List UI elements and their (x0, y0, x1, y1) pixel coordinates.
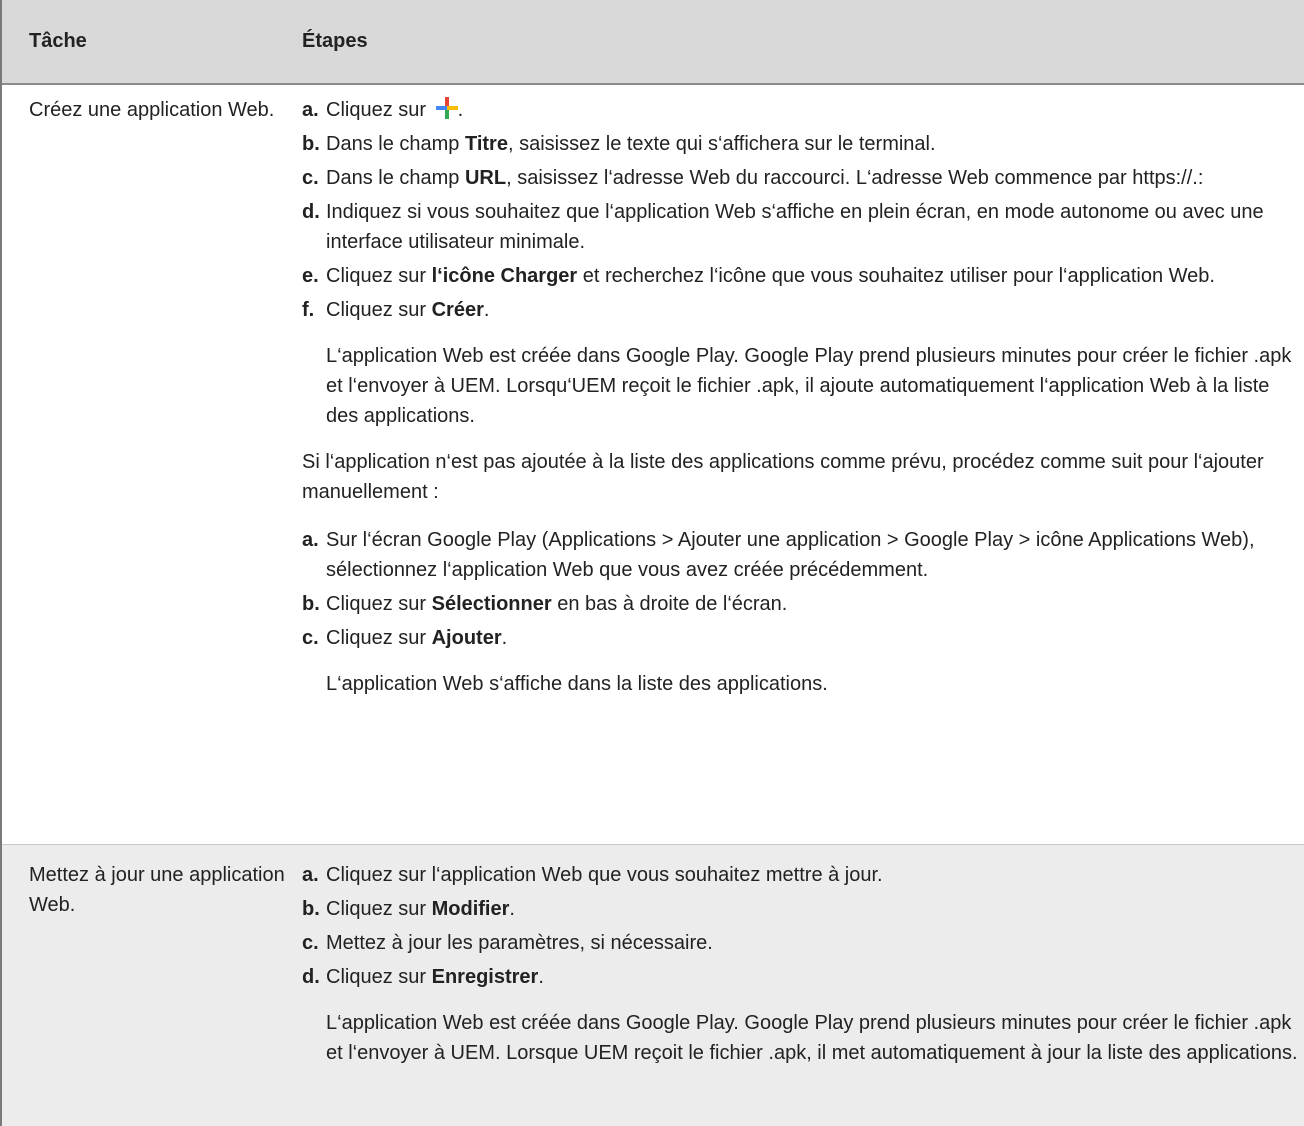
step-item: f. Cliquez sur Créer. (302, 295, 1298, 325)
step-item: e. Cliquez sur l‘icône Charger et recherc… (302, 261, 1298, 291)
step-item: c. Mettez à jour les paramètres, si néces… (302, 928, 1298, 958)
step-text-bold: Créer (431, 299, 484, 321)
step-text: Cliquez sur l‘application Web que vous s… (326, 864, 883, 886)
task-cell: Créez une application Web. (29, 99, 275, 121)
task-cell: Mettez à jour une application Web. (29, 864, 285, 916)
step-text-bold: l‘icône Charger (431, 265, 578, 287)
step-text-post: . (509, 898, 515, 920)
step-text-bold: URL (464, 167, 507, 189)
step-marker: c. (302, 932, 319, 954)
step-text-pre: Cliquez sur (326, 99, 432, 121)
steps-list: a. Cliquez sur l‘application Web que vous… (302, 860, 1298, 992)
table-row: Mettez à jour une application Web. a. Cli… (2, 845, 1304, 1126)
step-text-pre: Cliquez sur (326, 593, 432, 615)
step-item: c. Cliquez sur Ajouter. (302, 623, 1298, 653)
step-text-pre: Dans le champ (326, 133, 465, 155)
step-text-post: , saisissez le texte qui s‘affichera sur… (507, 133, 936, 155)
step-text: Cliquez sur . (326, 95, 1298, 125)
step-text: Cliquez sur Sélectionner en bas à droite… (326, 589, 1298, 619)
fallback-text: Si l‘application n‘est pas ajoutée à la … (302, 451, 1264, 503)
step-marker: a. (302, 864, 319, 886)
steps-list: a. Cliquez sur . b. Dans le champ Titre, s… (302, 95, 1298, 325)
step-text-pre: Cliquez sur (326, 966, 432, 988)
step-marker: b. (302, 593, 320, 615)
table-header: Tâche Étapes (2, 0, 1304, 85)
step-marker: d. (302, 201, 320, 223)
step-text: Cliquez sur l‘icône Charger et recherche… (326, 261, 1298, 291)
step-item: d. Cliquez sur Enregistrer. (302, 962, 1298, 992)
step-text-bold: Titre (464, 133, 508, 155)
steps-cell: a. Cliquez sur l‘application Web que vous… (302, 860, 1304, 1126)
step-text-post: . (501, 627, 508, 649)
step-marker: a. (302, 529, 319, 551)
step-text-post: et recherchez l‘icône que vous souhaitez… (577, 265, 1215, 287)
step-text: Cliquez sur Enregistrer. (326, 962, 1298, 992)
step-text-bold: Modifier (431, 898, 510, 920)
step-item: b. Cliquez sur Sélectionner en bas à droi… (302, 589, 1298, 619)
result-text: L‘application Web s‘affiche dans la list… (326, 673, 828, 695)
step-text: Mettez à jour les paramètres, si nécessa… (326, 932, 713, 954)
step-item: a. Sur l‘écran Google Play (Applications … (302, 525, 1298, 585)
step-marker: d. (302, 966, 320, 988)
step-text-post: en bas à droite de l‘écran. (551, 593, 788, 615)
step-text: Cliquez sur Modifier. (326, 894, 1298, 924)
step-text: Indiquez si vous souhaitez que l‘applica… (326, 201, 1264, 253)
header-steps: Étapes (302, 30, 368, 52)
table-row: Créez une application Web. a. Cliquez sur… (2, 85, 1304, 845)
step-text-pre: Cliquez sur (326, 299, 432, 321)
step-item: b. Cliquez sur Modifier. (302, 894, 1298, 924)
step-marker: e. (302, 265, 319, 287)
step-item: b. Dans le champ Titre, saisissez le text… (302, 129, 1298, 159)
result-text: L‘application Web est créée dans Google … (326, 345, 1292, 427)
step-text: Dans le champ URL, saisissez l‘adresse W… (326, 163, 1298, 193)
step-marker: c. (302, 167, 319, 189)
step-text: Cliquez sur Créer. (326, 295, 1298, 325)
step-text-post: . (457, 99, 464, 121)
step-text: Sur l‘écran Google Play (Applications > … (326, 529, 1255, 581)
step-text-bold: Sélectionner (431, 593, 552, 615)
step-text-bold: Ajouter (431, 627, 502, 649)
steps-list: a. Sur l‘écran Google Play (Applications … (302, 525, 1298, 653)
step-marker: c. (302, 627, 319, 649)
steps-cell: a. Cliquez sur . b. Dans le champ Titre, s… (302, 95, 1304, 844)
step-marker: f. (302, 299, 315, 321)
step-text: Cliquez sur Ajouter. (326, 623, 1298, 653)
step-item: c. Dans le champ URL, saisissez l‘adresse… (302, 163, 1298, 193)
step-text-pre: Dans le champ (326, 167, 465, 189)
step-marker: a. (302, 99, 319, 121)
step-text: Dans le champ Titre, saisissez le texte … (326, 129, 1298, 159)
step-marker: b. (302, 898, 320, 920)
result-text: L‘application Web est créée dans Google … (326, 1012, 1298, 1064)
steps-table: Tâche Étapes Créez une application Web. … (0, 0, 1304, 1126)
step-text-post: , saisissez l‘adresse Web du raccourci. … (506, 167, 1204, 189)
step-text-post: . (483, 299, 490, 321)
step-text-pre: Cliquez sur (326, 627, 432, 649)
step-text-pre: Cliquez sur (326, 265, 432, 287)
step-text-post: . (538, 966, 544, 988)
step-text-pre: Cliquez sur (326, 898, 432, 920)
step-item: a. Cliquez sur . (302, 95, 1298, 125)
step-item: a. Cliquez sur l‘application Web que vous… (302, 860, 1298, 890)
step-item: d. Indiquez si vous souhaitez que l‘appli… (302, 197, 1298, 257)
header-task: Tâche (29, 30, 87, 52)
step-text-bold: Enregistrer (431, 966, 539, 988)
step-marker: b. (302, 133, 320, 155)
plus-icon (435, 97, 458, 119)
